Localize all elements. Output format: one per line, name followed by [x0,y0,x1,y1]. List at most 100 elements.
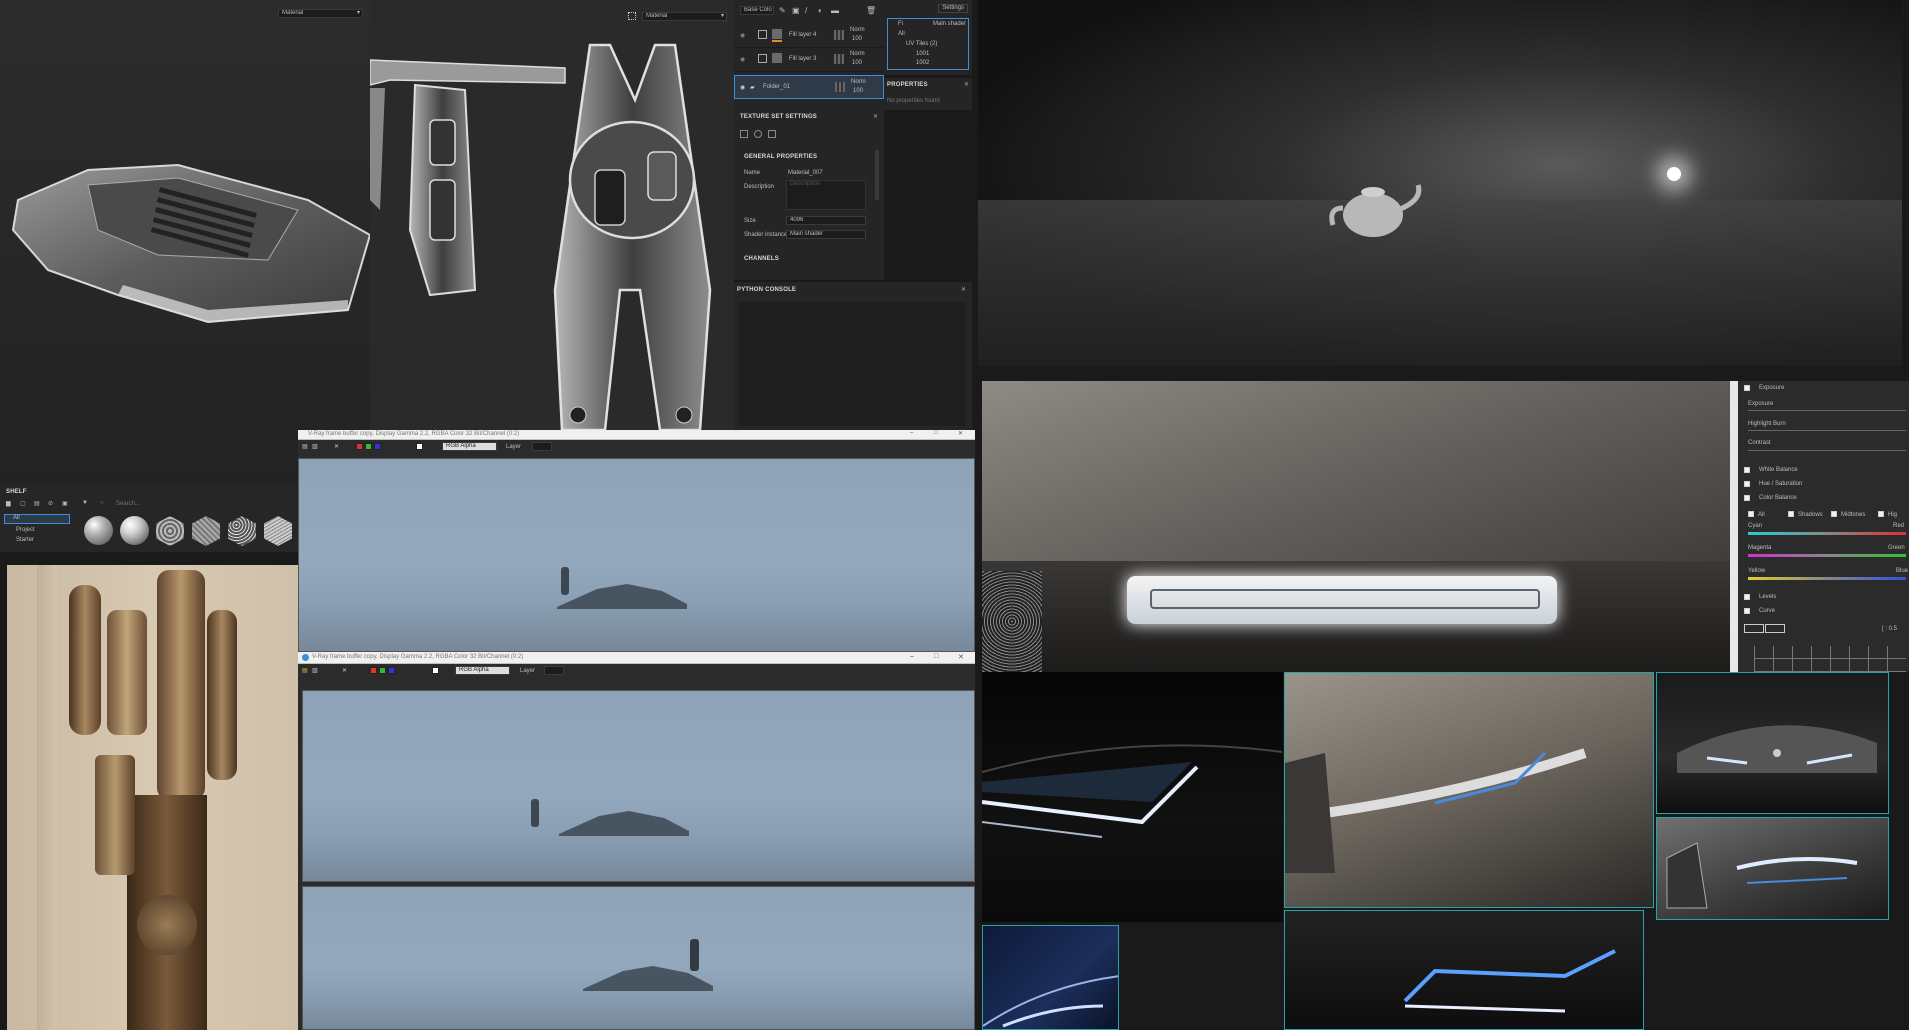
maximize-icon[interactable]: □ [934,430,938,436]
shelf-search-input[interactable]: Search... [116,501,140,507]
outliner-item-1001[interactable]: 1001 [916,51,929,57]
material-hex[interactable] [192,516,220,546]
add-folder-icon[interactable]: ▬ [831,6,839,15]
minimize-icon[interactable]: – [910,430,913,436]
levels-checkbox[interactable] [1744,594,1750,600]
python-console-output[interactable] [738,302,966,426]
paint-icon[interactable]: ✎ [779,6,786,15]
white-swatch-icon[interactable] [416,443,423,450]
material-ball[interactable] [120,516,149,545]
texture-set-icon-2[interactable] [754,130,762,138]
curve-button-1[interactable] [1744,624,1764,633]
shelf-category-starter[interactable]: Starter [16,537,34,543]
clear-icon[interactable]: ✕ [342,667,347,674]
viewport-3d[interactable]: Material ▾ [0,0,370,493]
clear-icon[interactable]: ✕ [334,443,339,450]
layer-row[interactable]: ◉ Fill layer 3 Norm 100 [734,48,884,72]
close-icon[interactable]: ✕ [961,286,966,293]
material-hex[interactable] [228,516,256,546]
outliner-item-all[interactable]: All [898,31,905,37]
layer-row[interactable]: ◉ ▰ Folder_01 Norm 100 [734,75,884,99]
texture-set-icon-1[interactable] [740,130,748,138]
contrast-slider[interactable] [1748,450,1906,451]
curve-checkbox[interactable] [1744,608,1750,614]
layer-spinner[interactable] [532,442,552,451]
layer-opacity[interactable]: 100 [852,36,862,42]
viewport-2d-material-dropdown[interactable]: Material ▾ [642,12,727,21]
eye-icon[interactable]: ◉ [740,32,745,39]
layer-opacity[interactable]: 100 [852,60,862,66]
close-icon[interactable]: ✕ [964,81,969,88]
view-icon[interactable]: ▣ [62,500,68,507]
brush-icon[interactable]: / [805,6,807,15]
yellow-blue-slider[interactable] [1748,577,1906,580]
range-highlights-checkbox[interactable] [1878,511,1884,517]
name-value[interactable]: Material_007 [788,170,823,176]
new-icon[interactable]: ▢ [20,500,26,507]
layer-row[interactable]: ◉ Fill layer 4 Norm 100 [734,24,884,48]
fill-icon[interactable]: ▣ [792,6,800,15]
folder-icon[interactable]: ▆ [6,500,11,507]
description-field[interactable]: Description [786,180,866,210]
exposure-checkbox[interactable] [1744,385,1750,391]
red-channel-icon[interactable] [356,443,363,450]
material-hex[interactable] [156,516,184,546]
close-icon[interactable]: ✕ [958,430,963,437]
blue-channel-icon[interactable] [388,667,395,674]
scrollbar[interactable] [875,150,879,200]
load-icon[interactable]: ▥ [312,667,318,674]
magenta-green-slider[interactable] [1748,554,1906,557]
eye-icon[interactable]: ◉ [740,84,745,91]
outliner-item-uv[interactable]: UV Tiles (2) [906,41,937,47]
green-channel-icon[interactable] [365,443,372,450]
hue-saturation-checkbox[interactable] [1744,481,1750,487]
material-ball[interactable] [84,516,113,545]
exposure-slider[interactable] [1748,410,1906,411]
shelf-category-all[interactable]: All [4,514,70,524]
add-mask-icon[interactable]: ◐ [818,6,823,15]
white-swatch-icon[interactable] [432,667,439,674]
import-icon[interactable]: ▤ [34,500,40,507]
layer-blend[interactable]: Norm [850,51,865,57]
grid-icon[interactable] [628,12,636,20]
cyan-red-slider[interactable] [1748,532,1906,535]
curve-graph[interactable] [1754,646,1906,672]
highlight-burn-slider[interactable] [1748,430,1906,431]
outliner-item-1002[interactable]: 1002 [916,60,929,66]
range-shadows-checkbox[interactable] [1788,511,1794,517]
texture-set-icon-3[interactable] [768,130,776,138]
size-dropdown[interactable]: 4096 [786,216,866,225]
shader-dropdown[interactable]: Main shader [786,230,866,239]
maximize-icon[interactable]: □ [934,653,938,660]
white-balance-checkbox[interactable] [1744,467,1750,473]
minimize-icon[interactable]: – [910,653,914,660]
layer-opacity[interactable]: 100 [853,88,863,94]
settings-button[interactable]: Settings [938,4,968,13]
color-balance-checkbox[interactable] [1744,495,1750,501]
eye-icon[interactable]: ◉ [740,56,745,63]
viewport-3d-material-dropdown[interactable]: Material ▾ [278,9,363,18]
shelf-category-project[interactable]: Project [16,527,35,533]
viewport-2d[interactable]: Material ▾ [370,0,734,430]
delete-icon[interactable]: 🗑 [866,6,876,15]
close-icon[interactable]: ✕ [873,113,878,120]
range-midtones-checkbox[interactable] [1831,511,1837,517]
layer-blend[interactable]: Norm [851,79,866,85]
layer-blend[interactable]: Norm [850,27,865,33]
channel-dropdown[interactable]: RGB Alpha [442,442,497,451]
filter-icon[interactable]: ▼ [82,500,88,506]
material-hex[interactable] [264,516,292,546]
curve-button-2[interactable] [1765,624,1785,633]
green-channel-icon[interactable] [379,667,386,674]
save-icon[interactable]: ▤ [302,667,308,674]
range-all-checkbox[interactable] [1748,511,1754,517]
blend-mode-dropdown[interactable]: Base Colo [740,6,774,15]
close-icon[interactable]: ✕ [958,653,964,661]
load-icon[interactable]: ▥ [312,443,318,450]
layer-spinner[interactable] [544,666,564,675]
hide-icon[interactable]: ⊘ [48,500,53,507]
red-channel-icon[interactable] [370,667,377,674]
panel-scroll-strip[interactable] [1730,381,1738,672]
channel-dropdown[interactable]: RGB Alpha [455,666,510,675]
blue-channel-icon[interactable] [374,443,381,450]
